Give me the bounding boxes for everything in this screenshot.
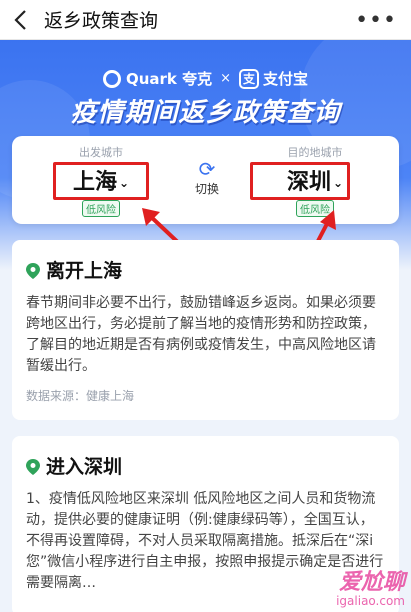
enter-card-body: 1、疫情低风险地区来深圳 低风险地区之间人员和货物流动，提供必要的健康证明（例:… xyxy=(26,491,384,591)
brand-row: Quark 夸克 × 支 支付宝 xyxy=(0,68,411,89)
quark-logo-icon xyxy=(102,69,121,88)
leave-policy-card: 离开上海 春节期间非必要不出行，鼓励错峰返乡返岗。如果必须要跨地区出行，务必提前… xyxy=(12,240,399,420)
switch-button[interactable]: ⟳ 切换 xyxy=(187,158,227,197)
brand-separator: × xyxy=(220,71,232,86)
back-arrow-icon[interactable] xyxy=(0,0,40,40)
from-city-hint: 出发城市 xyxy=(79,146,123,159)
location-pin-icon xyxy=(26,458,40,475)
page-title: 返乡政策查询 xyxy=(44,10,159,32)
leave-card-source: 数据来源：健康上海 xyxy=(26,389,135,403)
city-selector: 出发城市 上海 ⌄ 低风险 ⟳ 切换 目的地城市 深圳 ⌄ 低风险 xyxy=(12,136,399,224)
to-city-hint: 目的地城市 xyxy=(287,146,343,159)
watermark-url: igaliao.com xyxy=(336,594,405,608)
highlight-box-to xyxy=(250,162,350,200)
highlight-box-from xyxy=(53,162,149,200)
more-dots-icon[interactable]: ••• xyxy=(355,8,397,33)
brand-alipay: 支付宝 xyxy=(263,70,309,88)
enter-card-title: 进入深圳 xyxy=(46,456,123,478)
leave-card-title: 离开上海 xyxy=(46,260,123,282)
alipay-logo-icon: 支 xyxy=(239,68,260,89)
brand-quark: Quark 夸克 xyxy=(125,70,213,88)
from-risk-badge: 低风险 xyxy=(82,200,120,217)
leave-card-body: 春节期间非必要不出行，鼓励错峰返乡返岗。如果必须要跨地区出行，务必提前了解当地的… xyxy=(26,295,376,374)
nav-bar: 返乡政策查询 ••• xyxy=(0,0,411,40)
switch-label: 切换 xyxy=(194,182,219,196)
watermark: 爱尬聊 igaliao.com xyxy=(336,564,405,608)
hero-title: 疫情期间返乡政策查询 xyxy=(70,98,341,128)
swap-icon: ⟳ xyxy=(198,157,216,181)
location-pin-icon xyxy=(26,262,40,279)
watermark-title: 爱尬聊 xyxy=(338,570,405,595)
